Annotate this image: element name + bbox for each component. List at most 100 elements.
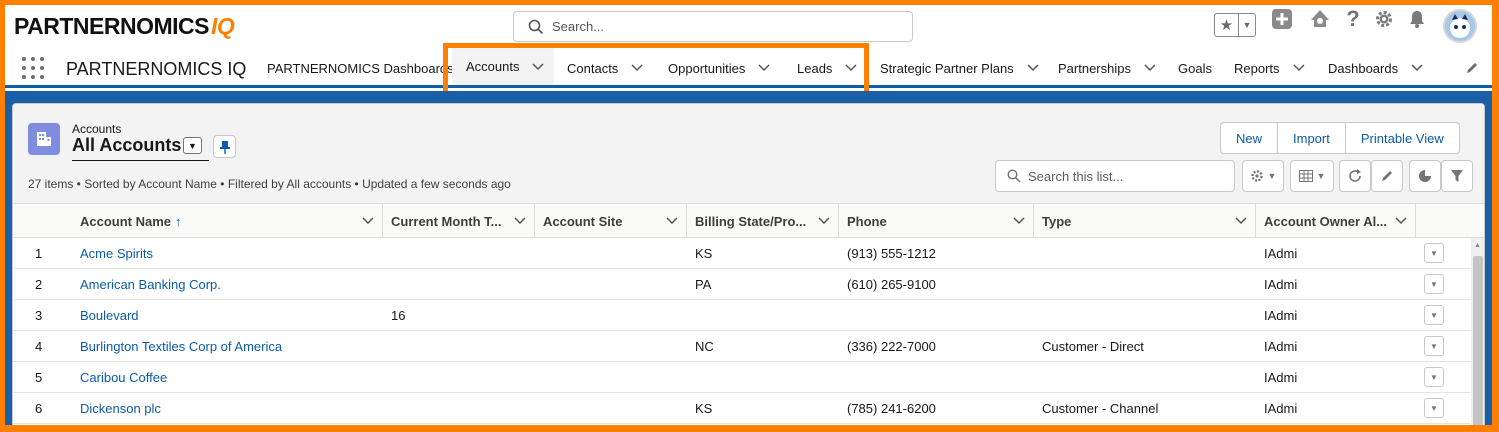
type-cell: Customer - Direct (1042, 338, 1144, 354)
table-row: 6 Dickenson plc KS (785) 241-6200 Custom… (13, 393, 1471, 424)
list-meta-info: 27 items • Sorted by Account Name • Filt… (28, 177, 511, 191)
printable-view-button[interactable]: Printable View (1346, 123, 1459, 153)
new-button[interactable]: New (1221, 123, 1279, 153)
chevron-down-icon[interactable] (666, 217, 678, 225)
nav-item-label: Reports (1234, 60, 1280, 76)
row-actions-chevron-down-icon[interactable]: ▼ (1424, 305, 1444, 325)
column-label: Billing State/Pro... (695, 213, 807, 229)
owner-alias-cell: IAdmi (1264, 245, 1298, 261)
list-actions: New Import Printable View (1220, 122, 1460, 154)
edit-nav-pencil-icon[interactable] (1465, 61, 1479, 75)
list-settings-button[interactable]: ▼ (1242, 160, 1284, 192)
global-actions-button[interactable] (1269, 5, 1295, 33)
help-icon[interactable]: ? (1340, 5, 1366, 33)
row-actions-chevron-down-icon[interactable]: ▼ (1424, 274, 1444, 294)
column-header-billing-state[interactable]: Billing State/Pro... (687, 204, 839, 238)
list-search-input[interactable]: Search this list... (995, 160, 1235, 192)
nav-item-partnerships[interactable]: Partnerships (1052, 48, 1162, 88)
bell-icon (1410, 11, 1424, 28)
notifications-button[interactable] (1404, 5, 1430, 33)
building-icon (37, 132, 51, 146)
row-actions-chevron-down-icon[interactable]: ▼ (1424, 367, 1444, 387)
billing-state-cell: PA (695, 276, 712, 292)
scrollbar-thumb[interactable] (1473, 256, 1483, 425)
nav-item-label: Opportunities (668, 60, 746, 76)
chevron-down-icon[interactable] (758, 64, 770, 72)
chevron-down-icon[interactable] (1235, 217, 1247, 225)
account-name-link[interactable]: Caribou Coffee (80, 362, 167, 392)
column-header-type[interactable]: Type (1034, 204, 1256, 238)
row-actions-chevron-down-icon[interactable]: ▼ (1424, 398, 1444, 418)
chevron-down-icon[interactable] (532, 62, 545, 71)
chevron-down-icon[interactable] (1411, 64, 1423, 72)
billing-state-cell: KS (695, 400, 713, 416)
row-actions-chevron-down-icon[interactable]: ▼ (1424, 336, 1444, 356)
global-search-input[interactable]: Search... (513, 11, 913, 42)
chevron-down-icon[interactable] (845, 64, 857, 72)
chevron-down-icon[interactable] (1027, 64, 1039, 72)
refresh-button[interactable] (1339, 160, 1371, 192)
nav-item-opportunities[interactable]: Opportunities (662, 48, 776, 88)
filter-icon (1451, 170, 1463, 182)
nav-item-partnernomics-dashboards[interactable]: PARTNERNOMICS Dashboards (261, 48, 460, 88)
favorites-button[interactable]: ★ ▼ (1214, 13, 1256, 37)
nav-item-contacts[interactable]: Contacts (561, 48, 649, 88)
display-as-button[interactable]: ▼ (1290, 160, 1334, 192)
nav-item-leads[interactable]: Leads (791, 48, 863, 88)
logo-accent: IQ (210, 13, 235, 39)
chevron-down-icon[interactable] (1395, 217, 1407, 225)
nav-item-dashboards[interactable]: Dashboards (1322, 48, 1429, 88)
column-header-phone[interactable]: Phone (839, 204, 1034, 238)
nav-item-accounts[interactable]: Accounts (452, 48, 555, 88)
nav-item-goals[interactable]: Goals (1172, 48, 1218, 88)
trailhead-icon (1311, 10, 1329, 27)
filter-button[interactable] (1441, 160, 1473, 192)
row-actions-chevron-down-icon[interactable]: ▼ (1424, 243, 1444, 263)
pin-list-view-button[interactable] (213, 135, 236, 158)
table-scrollbar[interactable]: ▲ (1471, 238, 1484, 425)
scroll-up-icon[interactable]: ▲ (1474, 242, 1481, 249)
account-name-link[interactable]: Acme Spirits (80, 238, 153, 268)
nav-item-reports[interactable]: Reports (1228, 48, 1311, 88)
app-name: PARTNERNOMICS IQ (66, 59, 247, 79)
star-icon[interactable]: ★ (1215, 14, 1239, 36)
account-name-link[interactable]: Boulevard (80, 300, 139, 330)
list-view-name[interactable]: All Accounts (72, 135, 181, 156)
trailhead-button[interactable] (1307, 5, 1333, 33)
favorites-chevron-down-icon[interactable]: ▼ (1239, 14, 1255, 36)
current-month-cell: 16 (391, 307, 406, 323)
partnernomics-logo[interactable]: PARTNERNOMICSIQ (14, 13, 235, 40)
app-launcher-icon[interactable] (22, 57, 44, 79)
billing-state-cell: KS (695, 245, 713, 261)
chevron-down-icon[interactable] (1144, 64, 1156, 72)
chevron-down-icon[interactable] (514, 217, 526, 225)
list-view-switcher-chevron-down-icon[interactable]: ▼ (183, 137, 202, 154)
chevron-down-icon[interactable] (818, 217, 830, 225)
column-header-current-month[interactable]: Current Month T... (383, 204, 535, 238)
setup-button[interactable] (1371, 5, 1397, 33)
chevron-down-icon[interactable] (631, 64, 643, 72)
edit-list-button[interactable] (1371, 160, 1403, 192)
column-header-account-name[interactable]: Account Name ↑ (72, 204, 383, 238)
phone-cell: (785) 241-6200 (847, 400, 936, 416)
import-button[interactable]: Import (1278, 123, 1346, 153)
phone-cell: (913) 555-1212 (847, 245, 936, 261)
owner-alias-cell: IAdmi (1264, 307, 1298, 323)
owner-alias-cell: IAdmi (1264, 276, 1298, 292)
account-name-link[interactable]: American Banking Corp. (80, 269, 221, 299)
column-header-account-owner-alias[interactable]: Account Owner Al... (1256, 204, 1416, 238)
chevron-down-icon[interactable] (1013, 217, 1025, 225)
astro-avatar-icon (1450, 14, 1470, 38)
charts-button[interactable] (1409, 160, 1441, 192)
account-name-link[interactable]: Burlington Textiles Corp of America (80, 331, 282, 361)
logo-text: PARTNERNOMICS (14, 13, 209, 39)
app-frame: PARTNERNOMICSIQ Search... ★ ▼ ? PARTNERN… (5, 5, 1492, 425)
nav-item-label: Partnerships (1058, 60, 1131, 76)
user-avatar[interactable] (1443, 9, 1477, 43)
nav-item-strategic-partner-plans[interactable]: Strategic Partner Plans (874, 48, 1045, 88)
chevron-down-icon[interactable] (1293, 64, 1305, 72)
column-label: Account Name (80, 213, 172, 229)
account-name-link[interactable]: Dickenson plc (80, 393, 161, 423)
column-header-account-site[interactable]: Account Site (535, 204, 687, 238)
chevron-down-icon[interactable] (362, 217, 374, 225)
